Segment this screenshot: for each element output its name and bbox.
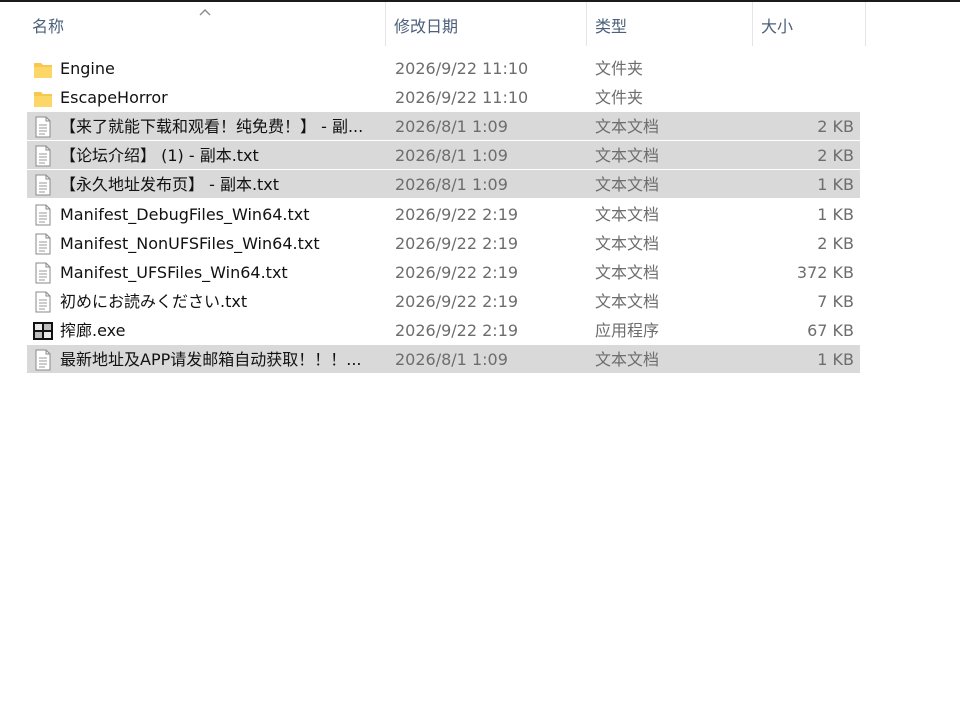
column-header-bar: 名称 修改日期 类型 大小 <box>0 2 960 46</box>
text-file-icon <box>33 116 53 138</box>
file-name: 最新地址及APP请发邮箱自动获取！！！... <box>60 350 362 369</box>
folder-icon <box>33 87 53 109</box>
text-file-icon <box>33 262 53 284</box>
file-name: EscapeHorror <box>60 88 168 107</box>
file-modified-date: 2026/8/1 1:09 <box>395 146 508 165</box>
file-name: 初めにお読みください.txt <box>60 292 248 311</box>
file-modified-date: 2026/8/1 1:09 <box>395 175 508 194</box>
file-modified-date: 2026/8/1 1:09 <box>395 350 508 369</box>
file-modified-date: 2026/9/22 2:19 <box>395 321 519 340</box>
text-file-icon <box>33 233 53 255</box>
file-name: Manifest_DebugFiles_Win64.txt <box>60 205 310 224</box>
file-size: 372 KB <box>796 263 854 282</box>
file-explorer-window: 名称 修改日期 类型 大小 Engine 2026/9/22 11:10 文件夹 Es… <box>0 0 960 723</box>
text-file-icon <box>33 349 53 371</box>
file-row[interactable]: Manifest_UFSFiles_Win64.txt 2026/9/22 2:1… <box>27 258 860 286</box>
text-file-icon <box>33 174 53 196</box>
file-row[interactable]: 【论坛介绍】 (1) - 副本.txt 2026/8/1 1:09 文本文档 2 KB <box>27 141 860 169</box>
file-name: 【来了就能下载和观看！纯免费！】 - 副... <box>60 117 364 136</box>
file-row[interactable]: 初めにお読みください.txt 2026/9/22 2:19 文本文档 7 KB <box>27 287 860 315</box>
file-size <box>753 83 854 111</box>
file-modified-date: 2026/9/22 2:19 <box>395 263 519 282</box>
file-row[interactable]: EscapeHorror 2026/9/22 11:10 文件夹 <box>27 83 860 111</box>
file-type: 文件夹 <box>595 88 644 107</box>
file-size: 2 KB <box>817 117 854 136</box>
file-row[interactable]: 【来了就能下载和观看！纯免费！】 - 副... 2026/8/1 1:09 文本文档… <box>27 112 860 140</box>
file-type: 文本文档 <box>595 117 660 136</box>
file-type: 文本文档 <box>595 350 660 369</box>
file-size: 2 KB <box>817 146 854 165</box>
file-size: 1 KB <box>817 205 854 224</box>
column-header-date[interactable]: 修改日期 <box>386 2 587 46</box>
file-name: 【永久地址发布页】 - 副本.txt <box>60 175 280 194</box>
text-file-icon <box>33 291 53 313</box>
text-file-icon <box>33 204 53 226</box>
file-type: 应用程序 <box>595 321 660 340</box>
file-type: 文本文档 <box>595 146 660 165</box>
file-name: Engine <box>60 59 115 78</box>
file-size: 67 KB <box>807 321 854 340</box>
file-modified-date: 2026/8/1 1:09 <box>395 117 508 136</box>
file-modified-date: 2026/9/22 11:10 <box>395 88 529 107</box>
file-modified-date: 2026/9/22 2:19 <box>395 292 519 311</box>
column-header-size[interactable]: 大小 <box>753 2 866 46</box>
file-size: 1 KB <box>817 350 854 369</box>
file-size: 7 KB <box>817 292 854 311</box>
file-type: 文本文档 <box>595 263 660 282</box>
file-size <box>753 54 854 82</box>
file-row[interactable]: Manifest_NonUFSFiles_Win64.txt 2026/9/22 … <box>27 229 860 257</box>
file-row[interactable]: 【永久地址发布页】 - 副本.txt 2026/8/1 1:09 文本文档 1 KB <box>27 170 860 198</box>
file-type: 文本文档 <box>595 205 660 224</box>
file-row[interactable]: 最新地址及APP请发邮箱自动获取！！！... 2026/8/1 1:09 文本文档 1… <box>27 345 860 373</box>
file-row[interactable]: 搾廊.exe 2026/9/22 2:19 应用程序 67 KB <box>27 316 860 344</box>
file-type: 文本文档 <box>595 234 660 253</box>
file-modified-date: 2026/9/22 2:19 <box>395 234 519 253</box>
file-size: 1 KB <box>817 175 854 194</box>
file-name: Manifest_NonUFSFiles_Win64.txt <box>60 234 320 253</box>
file-row[interactable]: Engine 2026/9/22 11:10 文件夹 <box>27 54 860 82</box>
file-name: 【论坛介绍】 (1) - 副本.txt <box>60 146 259 165</box>
folder-icon <box>33 58 53 80</box>
file-type: 文件夹 <box>595 59 644 78</box>
file-modified-date: 2026/9/22 2:19 <box>395 205 519 224</box>
file-name: Manifest_UFSFiles_Win64.txt <box>60 263 288 282</box>
file-type: 文本文档 <box>595 292 660 311</box>
sort-up-chevron-icon <box>198 7 212 17</box>
file-modified-date: 2026/9/22 11:10 <box>395 59 529 78</box>
file-type: 文本文档 <box>595 175 660 194</box>
file-row[interactable]: Manifest_DebugFiles_Win64.txt 2026/9/22 2… <box>27 200 860 228</box>
file-name: 搾廊.exe <box>60 321 126 340</box>
application-icon <box>33 320 53 342</box>
file-size: 2 KB <box>817 234 854 253</box>
column-header-type[interactable]: 类型 <box>587 2 753 46</box>
text-file-icon <box>33 145 53 167</box>
